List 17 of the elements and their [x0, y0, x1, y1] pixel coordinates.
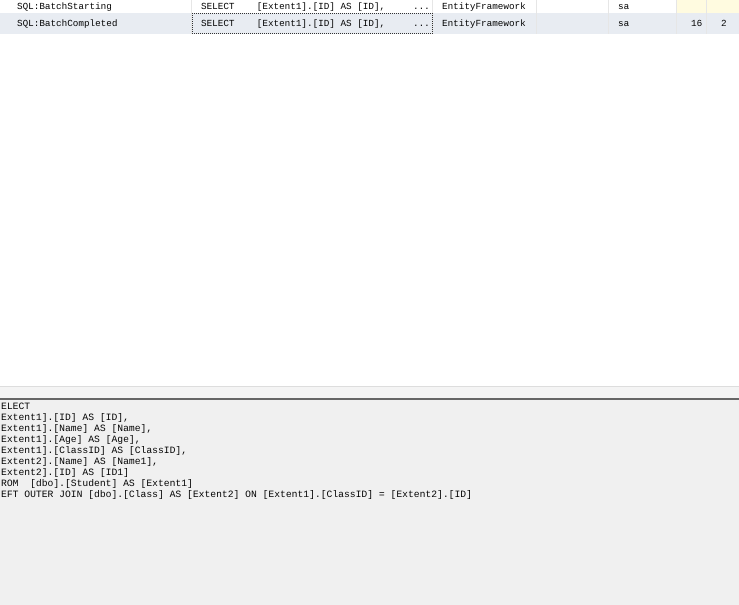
table-cell: 16	[677, 13, 707, 34]
splitter-bar[interactable]	[0, 386, 739, 400]
table-cell: EntityFramework	[433, 13, 537, 34]
sql-line: ROM [dbo].[Student] AS [Extent1]	[1, 478, 194, 489]
sql-line: EFT OUTER JOIN [dbo].[Class] AS [Extent2] ON [Extent1].[ClassID] = [Extent2].[ID]	[1, 489, 473, 500]
sql-line: ELECT	[1, 401, 32, 412]
sql-line: Extent2].[ID] AS [ID1]	[1, 467, 130, 478]
table-cell: 2	[707, 13, 739, 34]
sql-line: Extent2].[Name] AS [Name1],	[1, 456, 159, 467]
table-cell: SELECT [Extent1].[ID] AS [ID], ...	[192, 13, 433, 34]
table-cell: sa	[609, 13, 677, 34]
table-cell: SQL:BatchCompleted	[8, 13, 192, 34]
sql-line: Extent1].[Age] AS [Age],	[1, 434, 142, 445]
sql-line: Extent1].[ID] AS [ID],	[1, 412, 130, 423]
trace-row[interactable]: SQL:BatchCompleted SELECT [Extent1].[ID] AS [ID], ... EntityFramework sa 16 2	[0, 13, 739, 34]
sql-line: Extent1].[ClassID] AS [ClassID],	[1, 445, 188, 456]
sql-line: Extent1].[Name] AS [Name],	[1, 423, 154, 434]
